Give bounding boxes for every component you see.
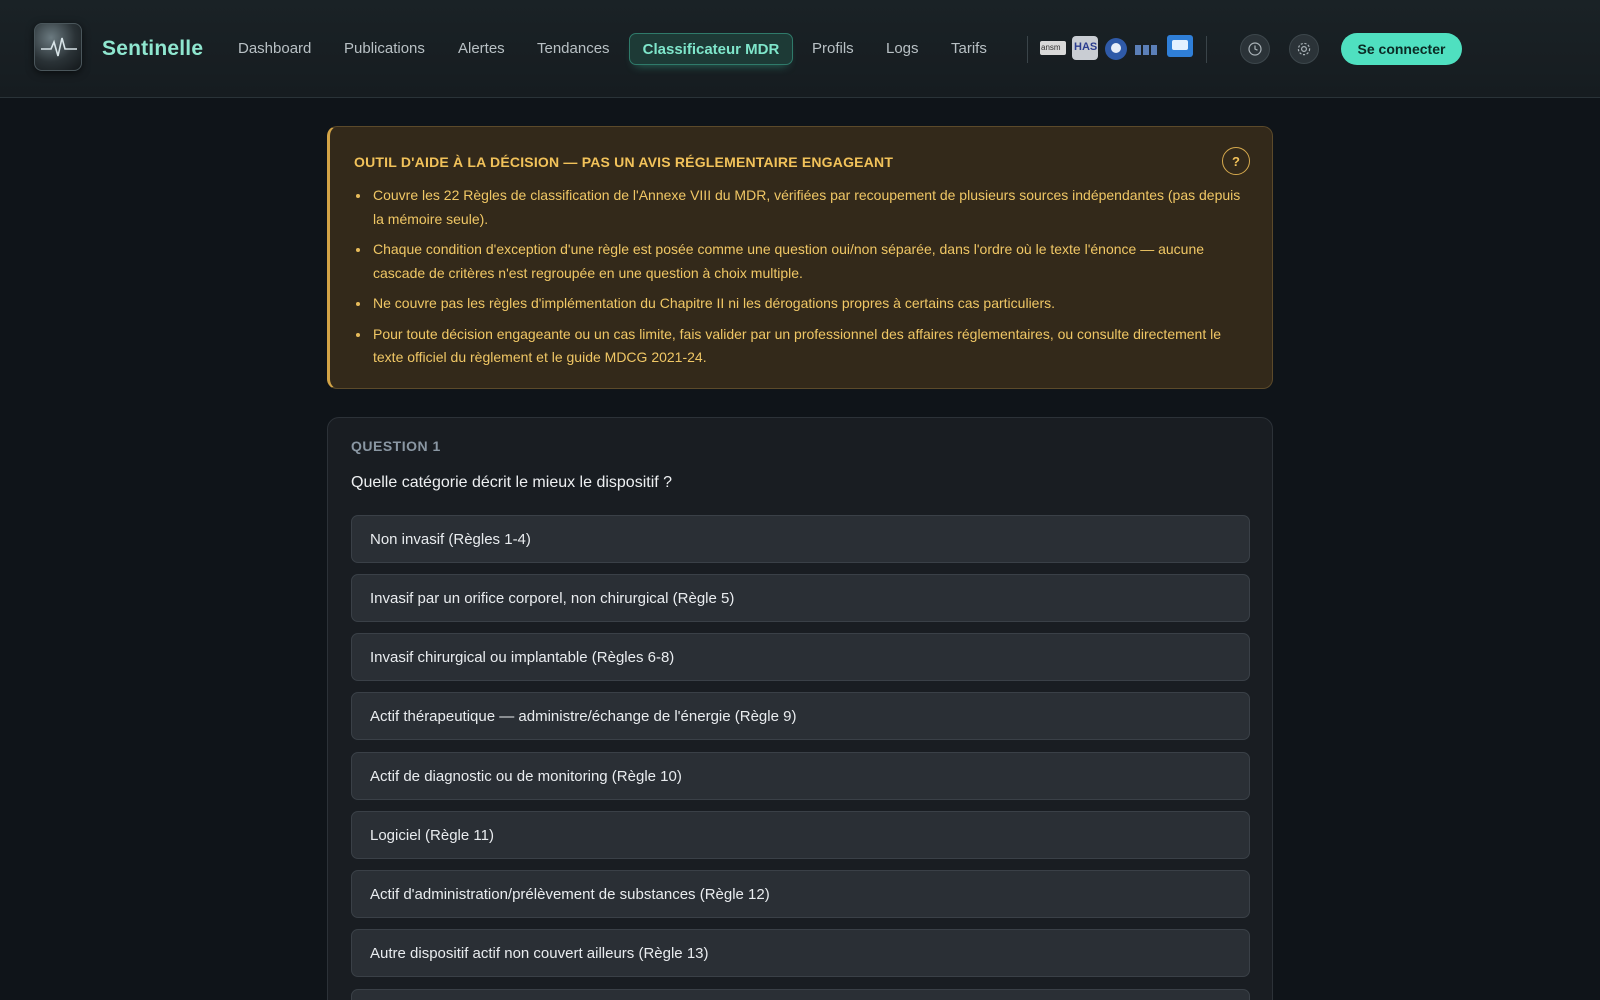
nav-classificateur-mdr[interactable]: Classificateur MDR [629,33,793,65]
option-invasif-chirurgical[interactable]: Invasif chirurgical ou implantable (Règl… [351,633,1250,681]
divider [1027,36,1028,63]
disclaimer-item: Chaque condition d'exception d'une règle… [356,238,1243,285]
divider [1206,36,1207,63]
option-actif-diagnostic[interactable]: Actif de diagnostic ou de monitoring (Rè… [351,752,1250,800]
app-logo[interactable] [34,23,82,71]
option-non-invasif[interactable]: Non invasif (Règles 1-4) [351,515,1250,563]
disclaimer-item: Couvre les 22 Règles de classification d… [356,184,1243,231]
disclaimer-title: OUTIL D'AIDE À LA DÉCISION — PAS UN AVIS… [354,154,894,170]
help-icon[interactable]: ? [1222,147,1250,175]
option-actif-therapeutique[interactable]: Actif thérapeutique — administre/échange… [351,692,1250,740]
ansm-logo[interactable]: ansm [1040,41,1066,55]
gear-icon[interactable] [1289,34,1319,64]
decision-disclaimer: OUTIL D'AIDE À LA DÉCISION — PAS UN AVIS… [327,126,1273,389]
login-button[interactable]: Se connecter [1341,33,1462,65]
question-text: Quelle catégorie décrit le mieux le disp… [351,474,673,491]
flag-logo[interactable] [1135,42,1161,55]
option-autre-actif[interactable]: Autre dispositif actif non couvert aille… [351,929,1250,977]
disclaimer-item: Ne couvre pas les règles d'implémentatio… [356,292,1243,316]
option-logiciel[interactable]: Logiciel (Règle 11) [351,811,1250,859]
nav-dashboard[interactable]: Dashboard [238,40,311,57]
nav-tendances[interactable]: Tendances [537,40,610,57]
nav-publications[interactable]: Publications [344,40,425,57]
heartbeat-icon [41,37,77,57]
option-partial[interactable] [351,989,1250,1000]
ansm-logo-text: ansm [1041,43,1061,52]
option-invasif-orifice[interactable]: Invasif par un orifice corporel, non chi… [351,574,1250,622]
nav-tarifs[interactable]: Tarifs [951,40,987,57]
disclaimer-item: Pour toute décision engageante ou un cas… [356,323,1243,370]
question-card: QUESTION 1 Quelle catégorie décrit le mi… [327,417,1273,1000]
nav-profils[interactable]: Profils [812,40,854,57]
has-logo-text: HAS [1074,41,1098,53]
disclaimer-list: Couvre les 22 Règles de classification d… [356,184,1243,377]
nav-alertes[interactable]: Alertes [458,40,505,57]
top-navbar: Sentinelle Dashboard Publications Alerte… [0,0,1600,98]
question-number: QUESTION 1 [351,438,441,454]
clock-icon[interactable] [1240,34,1270,64]
nav-logs[interactable]: Logs [886,40,919,57]
chat-logo[interactable] [1167,35,1193,57]
brand-name[interactable]: Sentinelle [102,37,203,61]
has-logo[interactable]: HAS [1072,36,1098,60]
option-actif-substances[interactable]: Actif d'administration/prélèvement de su… [351,870,1250,918]
seal-logo[interactable] [1105,38,1127,60]
